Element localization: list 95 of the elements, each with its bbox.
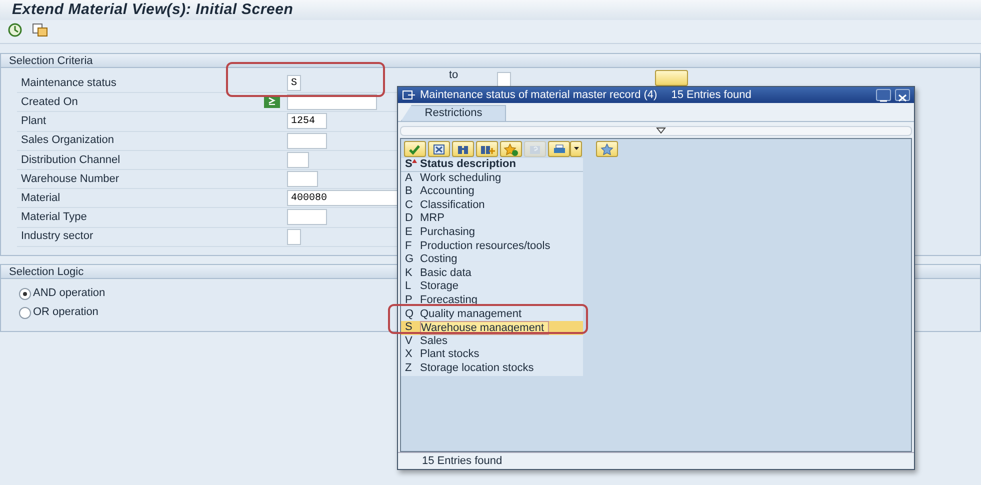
entries-count: 15 Entries found [671,88,752,103]
column-header[interactable]: S [401,158,420,171]
restrictions-tab[interactable]: Restrictions [401,105,506,121]
status-description: MRP [420,212,446,226]
input-field[interactable] [287,171,318,188]
input-field[interactable]: 400080 [287,190,399,206]
list-row[interactable]: Q Quality management [401,308,583,322]
field-label: Material [21,190,60,206]
status-key: Q [401,308,420,322]
multiple-selection-icon[interactable] [264,96,280,108]
field-label: Distribution Channel [21,152,120,168]
status-key: C [401,198,420,212]
check-button[interactable] [404,140,426,156]
status-key: G [401,253,420,267]
field-label: Created On [21,95,78,110]
input-field[interactable] [287,132,327,149]
caret-button[interactable] [570,140,582,156]
status-key: P [401,294,420,308]
status-description: Storage location stocks [420,362,535,376]
copy-icon[interactable] [32,23,48,37]
status-key: E [401,226,420,240]
dialog-title: Maintenance status of material master record (4) [420,88,658,103]
radio-button[interactable] [19,306,31,318]
status-description: Purchasing [420,226,476,240]
input-field[interactable]: 1254 [287,113,327,130]
field-label: Material Type [21,210,87,226]
printer-button[interactable] [548,140,570,156]
input-field[interactable]: S [287,75,301,92]
status-text: 15 Entries found [398,452,914,469]
status-description: Sales [420,334,449,348]
input-field[interactable] [287,228,301,245]
option-label: AND operation [33,286,106,302]
execute-icon[interactable] [8,23,24,37]
list-row[interactable]: A Work scheduling [401,172,583,186]
list-row[interactable]: F Production resources/tools [401,240,583,254]
list-row[interactable]: G Costing [401,253,583,267]
status-description: Production resources/tools [420,240,552,254]
minimize-button[interactable] [876,89,891,101]
list-row[interactable]: L Storage [401,280,583,294]
binoculars-button[interactable] [452,140,474,156]
column-header[interactable]: Status description [420,158,516,171]
multiple-selection-button[interactable] [655,70,688,86]
field-label: Maintenance status [21,76,116,91]
status-description: Plant stocks [420,348,480,362]
binoculars-plus-button[interactable] [476,140,498,156]
group-title: Selection Criteria [1,54,980,68]
expand-icon[interactable] [656,127,666,134]
status-key: F [401,240,420,254]
radio-button[interactable] [19,288,31,300]
status-key: B [401,185,420,199]
status-description: Storage [420,280,460,294]
field-label: Warehouse Number [21,172,120,187]
list-row[interactable]: D MRP [401,212,583,226]
star-icon [599,142,615,156]
status-description: Basic data [420,266,472,280]
input-field[interactable] [287,152,309,168]
to-label: to [449,70,458,81]
status-description: Work scheduling [420,172,502,186]
list-row[interactable]: X Plant stocks [401,348,583,362]
list-row[interactable]: E Purchasing [401,226,583,240]
star-plus-icon [503,142,519,156]
star-plus-button[interactable] [500,140,522,156]
status-key: K [401,266,420,280]
status-description: Classification [420,198,486,212]
option-label: OR operation [33,305,98,320]
status-description: Forecasting [420,294,478,308]
list-row[interactable]: P Forecasting [401,294,583,308]
caret-icon [574,147,578,150]
field-label: Industry sector [21,229,94,244]
list-row[interactable]: K Basic data [401,266,583,280]
status-description: Costing [420,253,458,267]
printer-icon [551,142,567,156]
status-key: Z [401,362,420,376]
field-label: Sales Organization [21,133,114,148]
window-icon [402,90,416,100]
cancel-button[interactable] [428,140,450,156]
status-key: D [401,212,420,226]
status-key: X [401,348,420,362]
input-field[interactable] [287,209,327,226]
status-description: Accounting [420,185,476,199]
star-button[interactable] [596,140,618,156]
window-title: Extend Material View(s): Initial Screen [0,0,981,20]
list-row[interactable]: B Accounting [401,185,583,199]
list-row[interactable]: V Sales [401,334,583,348]
status-key: A [401,172,420,186]
sort-icon [412,159,417,163]
status-key: L [401,280,420,294]
status-key: S [401,321,420,335]
field-label: Plant [21,114,46,130]
status-key: V [401,334,420,348]
list-row[interactable]: C Classification [401,198,583,212]
status-description: Quality management [420,308,522,322]
list-row[interactable]: Z Storage location stocks [401,362,583,376]
close-button[interactable] [895,89,910,101]
cancel-icon [431,142,447,156]
